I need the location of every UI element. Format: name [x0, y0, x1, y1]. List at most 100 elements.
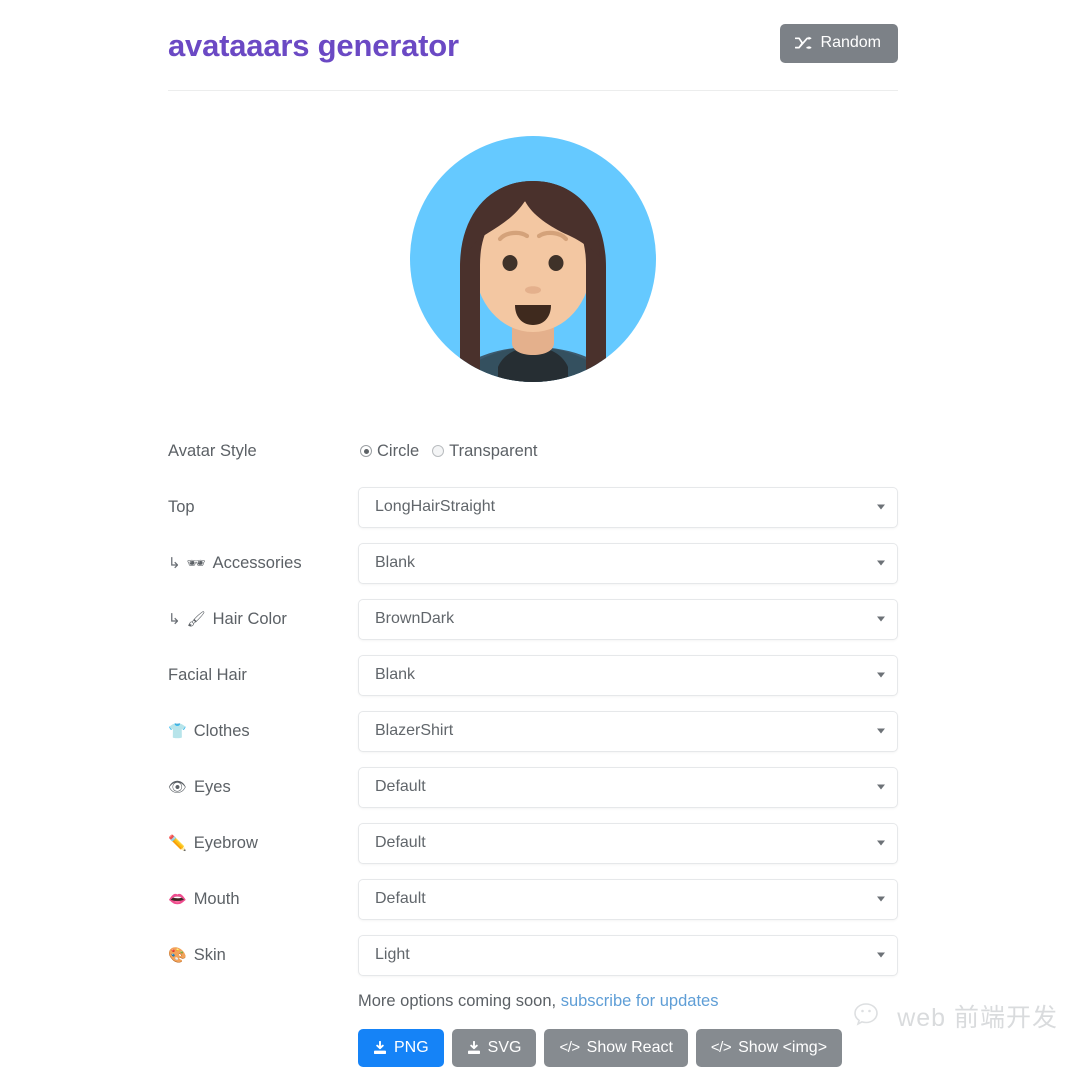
form-row-clothes: 👕 Clothes BlazerShirt	[168, 703, 898, 759]
radio-circle-label: Circle	[377, 441, 420, 460]
radio-avatar-style-circle[interactable]: Circle	[360, 443, 419, 460]
chevron-down-icon	[877, 616, 885, 622]
show-img-button[interactable]: </> Show <img>	[695, 1028, 843, 1067]
label-top: Top	[168, 499, 358, 516]
form-row-eyebrow: ✏️ Eyebrow Default	[168, 815, 898, 871]
random-button[interactable]: Random	[779, 24, 898, 63]
app-page: avataaars generator Random Avatar Style …	[0, 0, 1080, 1072]
label-eyes: 👁 Eyes	[168, 779, 358, 796]
options-form: Avatar Style Circle Transparent Top Long…	[168, 423, 898, 983]
pencil-icon: ✏️	[168, 834, 187, 852]
footer: More options coming soon, subscribe for …	[168, 993, 898, 1067]
select-top[interactable]: LongHairStraight	[358, 486, 898, 528]
content-container: avataaars generator Random Avatar Style …	[168, 0, 898, 1067]
select-top-value: LongHairStraight	[375, 498, 496, 515]
palette-icon: 🎨	[168, 946, 187, 964]
subscribe-link[interactable]: subscribe for updates	[561, 992, 719, 1010]
shuffle-icon	[794, 36, 812, 50]
label-facial-hair-text: Facial Hair	[168, 665, 247, 684]
form-row-avatar-style: Avatar Style Circle Transparent	[168, 423, 898, 479]
form-row-eyes: 👁 Eyes Default	[168, 759, 898, 815]
select-eyes-value: Default	[375, 778, 426, 795]
mouth-icon: 👄	[168, 890, 187, 908]
download-icon	[467, 1040, 481, 1055]
label-accessories-text: Accessories	[212, 553, 302, 572]
more-options-text: More options coming soon,	[358, 992, 557, 1010]
label-hair-color: ↳ 🖌 Hair Color	[168, 611, 358, 628]
download-svg-button[interactable]: SVG	[451, 1028, 537, 1067]
control-accessories: Blank	[358, 542, 898, 584]
select-mouth[interactable]: Default	[358, 878, 898, 920]
form-row-skin: 🎨 Skin Light	[168, 927, 898, 983]
avatar-image	[410, 136, 656, 382]
label-eyebrow-text: Eyebrow	[193, 833, 258, 852]
tshirt-icon: 👕	[168, 722, 187, 740]
select-eyes[interactable]: Default	[358, 766, 898, 808]
select-hair-color[interactable]: BrownDark	[358, 598, 898, 640]
select-facial-hair[interactable]: Blank	[358, 654, 898, 696]
avatar-style-control: Circle Transparent	[358, 443, 898, 460]
random-button-label: Random	[820, 34, 881, 51]
form-row-top: Top LongHairStraight	[168, 479, 898, 535]
select-accessories[interactable]: Blank	[358, 542, 898, 584]
radio-transparent-indicator[interactable]	[432, 445, 445, 457]
label-eyes-text: Eyes	[194, 777, 231, 796]
select-mouth-value: Default	[375, 890, 426, 907]
chevron-down-icon	[877, 952, 885, 958]
radio-avatar-style-transparent[interactable]: Transparent	[432, 441, 538, 460]
control-mouth: Default	[358, 878, 898, 920]
select-clothes[interactable]: BlazerShirt	[358, 710, 898, 752]
control-eyebrow: Default	[358, 822, 898, 864]
form-row-mouth: 👄 Mouth Default	[168, 871, 898, 927]
select-eyebrow[interactable]: Default	[358, 822, 898, 864]
select-skin-value: Light	[375, 946, 410, 963]
form-row-accessories: ↳ 🕶 Accessories Blank	[168, 535, 898, 591]
select-clothes-value: BlazerShirt	[375, 722, 454, 739]
control-eyes: Default	[358, 766, 898, 808]
label-facial-hair: Facial Hair	[168, 667, 358, 684]
app-header: avataaars generator Random	[168, 0, 898, 63]
sub-arrow-icon: ↳	[168, 554, 181, 572]
select-hair-color-value: BrownDark	[375, 610, 455, 627]
chevron-down-icon	[877, 728, 885, 734]
glasses-icon: 🕶	[186, 554, 206, 572]
label-top-text: Top	[168, 497, 195, 516]
control-skin: Light	[358, 934, 898, 976]
control-top: LongHairStraight	[358, 486, 898, 528]
show-react-label: Show React	[586, 1038, 673, 1056]
label-mouth: 👄 Mouth	[168, 891, 358, 908]
select-eyebrow-value: Default	[375, 834, 426, 851]
sub-arrow-icon: ↳	[168, 610, 181, 628]
chevron-down-icon	[877, 784, 885, 790]
download-icon	[373, 1040, 387, 1055]
label-mouth-text: Mouth	[193, 889, 240, 908]
select-facial-hair-value: Blank	[375, 666, 416, 683]
label-avatar-style: Avatar Style	[168, 443, 358, 460]
chevron-down-icon	[877, 560, 885, 566]
avatar-style-radio-group: Circle Transparent	[358, 443, 538, 460]
select-skin[interactable]: Light	[358, 934, 898, 976]
chevron-down-icon	[877, 840, 885, 846]
chevron-down-icon	[877, 504, 885, 510]
radio-transparent-label: Transparent	[449, 441, 538, 460]
label-eyebrow: ✏️ Eyebrow	[168, 835, 358, 852]
avatar-preview	[168, 115, 898, 405]
control-clothes: BlazerShirt	[358, 710, 898, 752]
label-clothes-text: Clothes	[193, 721, 250, 740]
label-avatar-style-text: Avatar Style	[168, 441, 257, 460]
control-facial-hair: Blank	[358, 654, 898, 696]
select-accessories-value: Blank	[375, 554, 416, 571]
chevron-down-icon	[877, 672, 885, 678]
export-button-row: PNG SVG </> Show React </> Show <img>	[358, 1028, 898, 1067]
label-clothes: 👕 Clothes	[168, 723, 358, 740]
code-icon: </>	[710, 1039, 732, 1056]
label-skin-text: Skin	[193, 945, 226, 964]
code-icon: </>	[559, 1039, 580, 1056]
download-png-button[interactable]: PNG	[358, 1028, 444, 1067]
control-hair-color: BrownDark	[358, 598, 898, 640]
radio-circle-indicator[interactable]	[360, 445, 372, 457]
download-png-label: PNG	[394, 1038, 429, 1056]
show-react-button[interactable]: </> Show React	[544, 1028, 688, 1067]
eye-icon: 👁	[168, 778, 188, 796]
header-divider	[168, 90, 898, 91]
